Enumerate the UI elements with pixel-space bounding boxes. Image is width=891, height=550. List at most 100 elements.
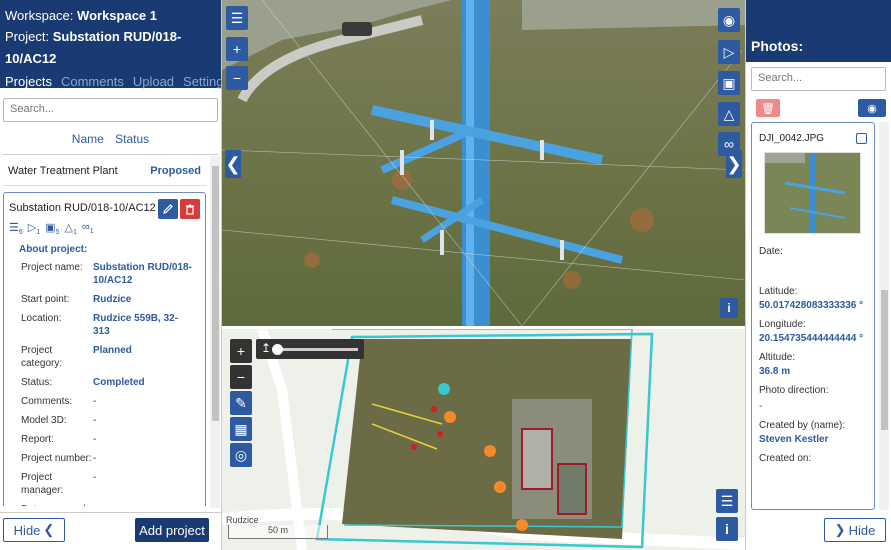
info-icon: i [727,301,731,315]
zoom-out-button[interactable]: − [226,66,248,90]
menu-button[interactable]: ☰ [226,6,248,30]
workspace-name[interactable]: Workspace 1 [77,8,157,23]
chevron-right-icon: ❯ [726,153,742,174]
prev-photo-button[interactable]: ❮ [225,150,241,178]
about-field-key: Comments: [21,396,73,408]
opacity-slider[interactable]: ↥ [256,339,364,359]
map-canvas [222,329,745,550]
tower-count: 1 [72,229,77,237]
about-field-value: Substation RUD/018-10/AC12 [93,262,192,287]
map-layer-button[interactable]: ▦ [230,417,252,441]
measure-button[interactable]: ✎ [230,391,252,415]
map-viewer[interactable]: + − ✎ ▦ ◎ ↥ ☰ i Rudzice 50 m [222,329,745,550]
longitude-label: Longitude: [759,319,806,330]
about-field-key: Model 3D: [21,415,67,427]
about-field-value: - [93,434,97,446]
locate-button[interactable]: ◎ [230,443,252,467]
map-zoom-in-button[interactable]: + [230,339,252,363]
target-icon: ◎ [234,446,248,463]
project-label: Project: [5,29,50,44]
project-card-header: Substation RUD/018-10/AC12 [9,199,200,219]
about-field-value: Planned [93,345,132,357]
project-item-status: Proposed [150,164,201,177]
photo-search-input[interactable]: Search... [751,67,886,91]
trash-icon: 🗑 [761,102,775,115]
about-field-row: Location: Rudzice 559B, 32-313 [21,312,200,338]
about-field-value: - [93,503,193,506]
layers-button[interactable]: ☰ [716,489,738,513]
plus-icon: + [232,41,242,57]
tower-button[interactable]: △ [718,102,740,126]
about-field-row: Project name: Substation RUD/018-10/AC12 [21,261,200,287]
about-field-row: Comments: - [21,395,200,408]
hamburger-icon: ☰ [230,9,244,26]
video-count: 1 [36,229,41,237]
list-item[interactable]: Water Treatment Plant Proposed [3,156,206,186]
layers-icon: ☰6 [9,222,23,237]
tab-upload[interactable]: Upload [133,74,174,89]
photo-checkbox[interactable] [856,133,867,144]
delete-photo-button[interactable]: 🗑 [756,99,780,117]
layers-count: 6 [18,229,23,237]
about-field-value: Completed [93,377,145,389]
photos-header: Photos: [746,0,891,62]
right-scrollbar[interactable] [879,122,889,510]
slider-track [274,348,358,351]
globe-view-button[interactable]: ◉ [718,8,740,32]
about-field-row: Model 3D: - [21,414,200,427]
trash-icon [186,204,194,215]
project-line: Project: Substation RUD/018-10/AC12 [5,26,216,70]
ruler-icon: ✎ [235,394,247,411]
project-search-input[interactable]: Search... [3,98,218,122]
photo-viewer[interactable]: ☰ + − ❮ ❯ ◉ ▷ ▣ △ ∞ i [222,0,745,326]
about-field-key: Status: [21,377,53,389]
about-title: About project: [19,244,88,256]
map-info-button[interactable]: i [716,517,738,541]
about-field-row: Status: Completed [21,376,200,389]
edit-button[interactable] [158,199,178,219]
plus-icon: + [236,343,246,359]
list-item-selected[interactable]: Substation RUD/018-10/AC12 ☰6 ▷1 ▣5 △1 ∞… [3,192,206,506]
thumbnail-image [765,153,860,233]
project-item-name: Substation RUD/018-10/AC12 [9,202,156,214]
about-field-key: Start point: [21,294,70,306]
left-scrollbar[interactable] [210,156,220,508]
attachments-button[interactable]: ∞ [718,132,740,156]
about-field-value: - [93,396,97,408]
about-field-key: Project category: [21,345,63,370]
info-icon: i [725,521,729,537]
delete-button[interactable] [180,199,200,219]
about-field-row: Project category: Planned [21,344,200,370]
latitude-value: 50.017428083333336 ° [759,300,864,311]
paperclip-icon: ∞1 [81,221,94,236]
globe-button[interactable]: ◉ [858,99,886,117]
zoom-in-button[interactable]: + [226,37,248,61]
hide-right-button[interactable]: ❯ Hide [824,518,886,542]
slider-knob[interactable] [272,344,283,355]
about-field-value: Rudzice [93,294,132,306]
photos-button[interactable]: ▣ [718,71,740,95]
project-list: Water Treatment Plant Proposed Substatio… [3,156,206,506]
tab-comments[interactable]: Comments [61,74,124,89]
project-asset-counts: ☰6 ▷1 ▣5 △1 ∞1 [9,221,200,236]
scroll-thumb[interactable] [881,290,888,430]
tab-projects[interactable]: Projects [5,74,52,89]
arrow-up-icon: ↥ [261,341,272,355]
direction-value: - [759,401,763,412]
about-field-key: Report: [21,434,54,446]
info-button[interactable]: i [720,298,738,318]
left-header: Workspace: Workspace 1 Project: Substati… [0,0,230,89]
photo-thumbnail[interactable] [764,152,861,234]
add-project-button[interactable]: Add project [135,518,209,542]
list-columns: Name Status [0,132,221,150]
column-name[interactable]: Name [72,132,104,146]
chevron-left-icon: ❮ [225,153,241,174]
photo-card[interactable]: DJI_0042.JPG Date: Latitude: 50.01742808… [751,122,875,510]
map-zoom-out-button[interactable]: − [230,365,252,389]
divider [3,154,218,155]
scroll-thumb[interactable] [212,166,219,421]
created-on-label: Created on: [759,453,812,464]
video-button[interactable]: ▷ [718,40,740,64]
hide-left-button[interactable]: Hide ❮ [3,518,65,542]
column-status[interactable]: Status [115,132,149,146]
